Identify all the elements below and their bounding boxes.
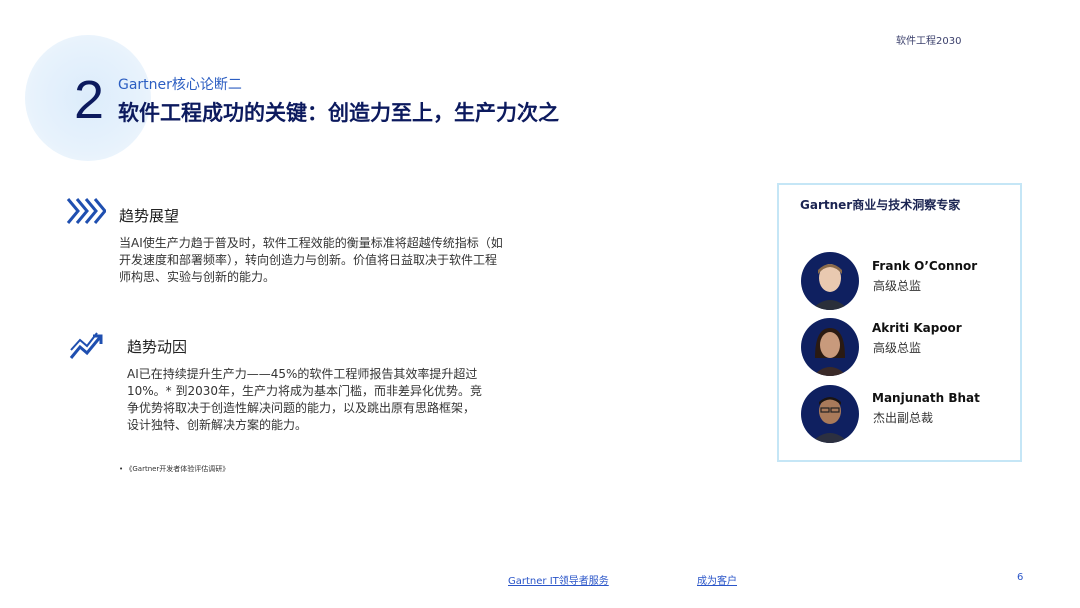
block-body-drivers: AI已在持续提升生产力——45%的软件工程师报告其效率提升超过 10%。* 到2… [127,366,482,434]
expert-role: 高级总监 [873,279,922,293]
page-title: 软件工程成功的关键：创造力至上，生产力次之 [118,101,559,125]
avatar [801,318,859,376]
trend-up-icon [69,328,105,368]
expert-role: 高级总监 [873,341,922,355]
body-line: 10%。* 到2030年，生产力将成为基本门槛，而非差异化优势。竞 [127,384,483,398]
body-line: 设计独特、创新解决方案的能力。 [127,418,308,432]
section-number: 2 [74,70,105,130]
expert-name: Akriti Kapoor [872,321,962,335]
page-number: 6 [1017,572,1024,583]
body-line: 开发速度和部署频率），转向创造力与创新。价值将日益取决于软件工程 [119,253,498,267]
body-line: 师构思、实验与创新的能力。 [119,270,276,284]
body-line: AI已在持续提升生产力——45%的软件工程师报告其效率提升超过 [127,367,478,381]
chevrons-right-icon [66,196,107,230]
avatar [801,385,859,443]
block-body-outlook: 当AI使生产力趋于普及时，软件工程效能的衡量标准将超越传统指标（如 开发速度和部… [119,235,503,286]
experts-title: Gartner商业与技术洞察专家 [800,198,961,212]
footer-link-become-client[interactable]: 成为客户 [697,572,737,587]
block-title-drivers: 趋势动因 [127,338,188,356]
document-label: 软件工程2030 [896,36,962,47]
expert-name: Frank O’Connor [872,259,978,273]
expert-name: Manjunath Bhat [872,391,980,405]
avatar [801,252,859,310]
expert-role: 杰出副总裁 [873,411,934,425]
block-title-outlook: 趋势展望 [119,207,180,225]
footnote: • 《Gartner开发者体验评估调研》 [119,465,230,473]
footer-link-it-leaders[interactable]: Gartner IT领导者服务 [508,572,609,587]
body-line: 争优势将取决于创造性解决问题的能力，以及跳出原有思路框架， [127,401,476,415]
section-subtitle: Gartner核心论断二 [118,77,242,93]
body-line: 当AI使生产力趋于普及时，软件工程效能的衡量标准将超越传统指标（如 [119,236,503,250]
